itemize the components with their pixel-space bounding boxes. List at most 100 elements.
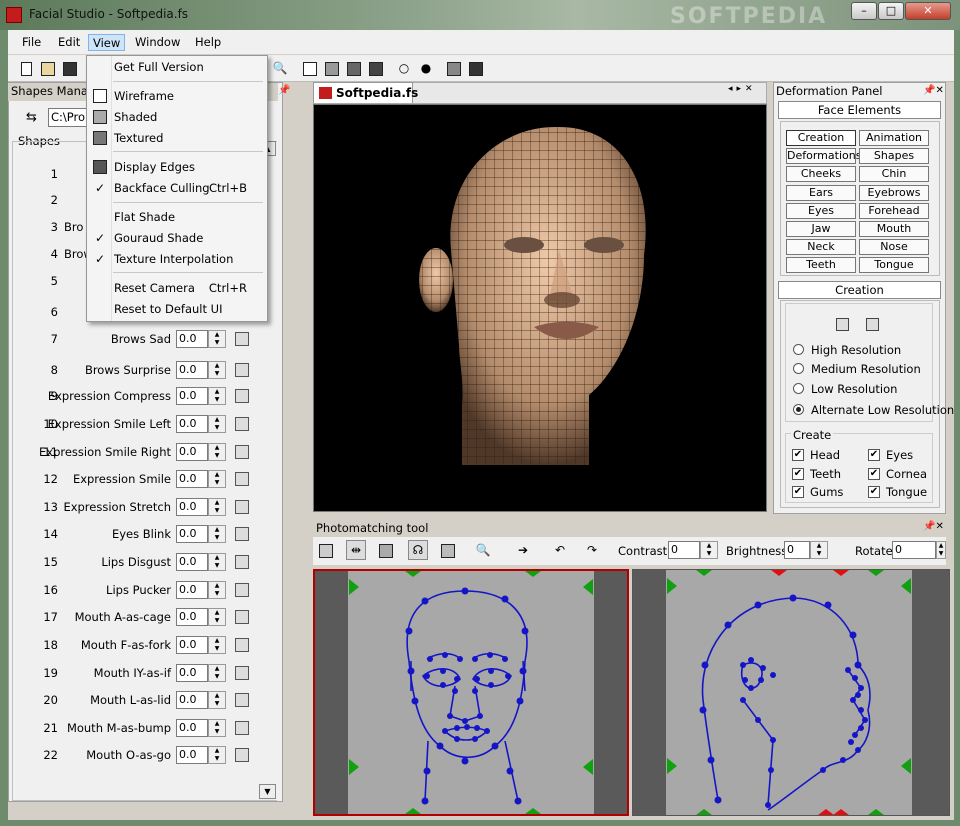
face-element-button[interactable]: Jaw xyxy=(786,221,856,237)
view-menu-item[interactable]: Texture Interpolation ✓ xyxy=(89,249,265,269)
face-element-button[interactable]: Cheeks xyxy=(786,166,856,183)
maximize-button[interactable]: □ xyxy=(878,2,904,20)
close-button[interactable]: ✕ xyxy=(905,2,951,20)
create-checkbox[interactable]: ✔ xyxy=(868,467,880,480)
view-menu-item[interactable]: Wireframe xyxy=(89,86,265,106)
shape-weight-spinner[interactable]: ▲ ▼ xyxy=(208,443,226,461)
face-element-button[interactable]: Deformations xyxy=(786,148,861,165)
face-element-button[interactable]: Mouth xyxy=(859,221,929,237)
menu-file[interactable]: File xyxy=(18,34,45,51)
shape-weight-spinner[interactable]: ▲ ▼ xyxy=(208,387,226,405)
wireframe-view-icon[interactable] xyxy=(300,58,320,78)
shape-weight-field[interactable]: 0.0 xyxy=(176,719,208,737)
face-element-button[interactable]: Nose xyxy=(859,239,929,256)
rotate-field[interactable]: 0 xyxy=(892,541,936,559)
menu-edit[interactable]: Edit xyxy=(54,34,84,51)
face-element-button[interactable]: Ears xyxy=(786,184,856,201)
3d-viewport[interactable] xyxy=(313,104,767,512)
resolution-radio[interactable] xyxy=(793,383,804,394)
menu-view[interactable]: View xyxy=(88,34,126,51)
contrast-spinner[interactable]: ▲ ▼ xyxy=(700,541,718,559)
pm-open-icon[interactable] xyxy=(316,540,336,560)
shape-edit-icon[interactable] xyxy=(235,583,249,597)
pin-icon[interactable]: 📌 xyxy=(278,85,290,96)
pm-grid-icon[interactable] xyxy=(376,540,396,560)
resolution-radio[interactable] xyxy=(793,404,804,415)
shape-weight-field[interactable]: 0.0 xyxy=(176,691,208,709)
shape-weight-spinner[interactable]: ▲ ▼ xyxy=(208,746,226,764)
face-element-button[interactable]: Teeth xyxy=(786,257,856,274)
view-menu-item[interactable]: Flat Shade xyxy=(89,207,265,227)
face-element-button[interactable]: Animation xyxy=(859,130,929,146)
pm-undo-icon[interactable]: ↶ xyxy=(550,540,570,560)
background-icon[interactable] xyxy=(444,58,464,78)
shape-edit-icon[interactable] xyxy=(235,472,249,486)
face-element-button[interactable]: Shapes xyxy=(859,148,929,165)
refresh-icon[interactable]: ⇆ xyxy=(26,110,37,125)
shape-weight-spinner[interactable]: ▲ ▼ xyxy=(208,361,226,379)
pm-redo-icon[interactable]: ↷ xyxy=(582,540,602,560)
screenshot-icon[interactable] xyxy=(466,58,486,78)
pm-zoom-icon[interactable]: 🔍 xyxy=(473,540,493,560)
shape-edit-icon[interactable] xyxy=(235,500,249,514)
face-element-button[interactable]: Eyebrows xyxy=(859,184,929,201)
open-folder-icon[interactable] xyxy=(38,58,58,78)
face-element-button[interactable]: Creation xyxy=(786,130,856,146)
shape-weight-spinner[interactable]: ▲ ▼ xyxy=(208,553,226,571)
zoom-icon[interactable]: 🔍 xyxy=(270,58,290,78)
shape-weight-field[interactable]: 0.0 xyxy=(176,746,208,764)
shape-weight-spinner[interactable]: ▲ ▼ xyxy=(208,664,226,682)
shape-weight-field[interactable]: 0.0 xyxy=(176,361,208,379)
new-file-icon[interactable] xyxy=(16,58,36,78)
shape-weight-field[interactable]: 0.0 xyxy=(176,470,208,488)
menu-window[interactable]: Window xyxy=(131,34,184,51)
face-element-button[interactable]: Tongue xyxy=(859,257,929,274)
face-element-button[interactable]: Neck xyxy=(786,239,856,256)
textured-view-icon[interactable] xyxy=(344,58,364,78)
profile-photo-view[interactable] xyxy=(632,569,950,816)
shape-weight-field[interactable]: 0.0 xyxy=(176,553,208,571)
shape-weight-spinner[interactable]: ▲ ▼ xyxy=(208,330,226,348)
shape-weight-spinner[interactable]: ▲ ▼ xyxy=(208,581,226,599)
resolution-radio[interactable] xyxy=(793,344,804,355)
face-element-button[interactable]: Forehead xyxy=(859,202,929,219)
front-photo-view[interactable] xyxy=(313,569,629,816)
shape-edit-icon[interactable] xyxy=(235,555,249,569)
shape-weight-spinner[interactable]: ▲ ▼ xyxy=(208,608,226,626)
pm-face-icon[interactable]: ☊ xyxy=(408,540,428,560)
shape-weight-field[interactable]: 0.0 xyxy=(176,330,208,348)
shape-edit-icon[interactable] xyxy=(235,693,249,707)
pin-icon[interactable]: 📌✕ xyxy=(923,85,944,96)
shape-edit-icon[interactable] xyxy=(235,363,249,377)
shape-edit-icon[interactable] xyxy=(235,332,249,346)
face-element-button[interactable]: Chin xyxy=(859,166,929,183)
shape-edit-icon[interactable] xyxy=(235,666,249,680)
view-menu-item[interactable]: Gouraud Shade ✓ xyxy=(89,228,265,248)
create-checkbox[interactable]: ✔ xyxy=(792,486,804,498)
shape-weight-field[interactable]: 0.0 xyxy=(176,498,208,516)
face-element-button[interactable]: Eyes xyxy=(786,202,856,219)
light-on-icon[interactable]: ○ xyxy=(394,58,414,78)
shaded-view-icon[interactable] xyxy=(322,58,342,78)
shape-edit-icon[interactable] xyxy=(235,417,249,431)
shape-weight-spinner[interactable]: ▲ ▼ xyxy=(208,636,226,654)
shape-edit-icon[interactable] xyxy=(235,527,249,541)
create-checkbox[interactable]: ✔ xyxy=(792,449,804,461)
light-off-icon[interactable]: ● xyxy=(416,58,436,78)
list-scroll-down-icon[interactable]: ▼ xyxy=(259,784,276,799)
shape-weight-field[interactable]: 0.0 xyxy=(176,664,208,682)
save-icon[interactable] xyxy=(60,58,80,78)
shape-weight-field[interactable]: 0.0 xyxy=(176,525,208,543)
shape-weight-field[interactable]: 0.0 xyxy=(176,443,208,461)
shape-weight-spinner[interactable]: ▲ ▼ xyxy=(208,525,226,543)
pin-icon[interactable]: 📌✕ xyxy=(923,521,944,532)
shape-edit-icon[interactable] xyxy=(235,389,249,403)
edges-view-icon[interactable] xyxy=(366,58,386,78)
shape-edit-icon[interactable] xyxy=(235,445,249,459)
create-checkbox[interactable]: ✔ xyxy=(792,467,804,480)
pm-mirror-icon[interactable]: ⇹ xyxy=(346,540,366,560)
view-menu-item[interactable]: Backface Culling Ctrl+B ✓ xyxy=(89,178,265,198)
view-menu-item[interactable]: Get Full Version xyxy=(89,57,265,77)
tab-nav-icons[interactable]: ◂▸✕ xyxy=(728,84,757,94)
shape-weight-spinner[interactable]: ▲ ▼ xyxy=(208,498,226,516)
